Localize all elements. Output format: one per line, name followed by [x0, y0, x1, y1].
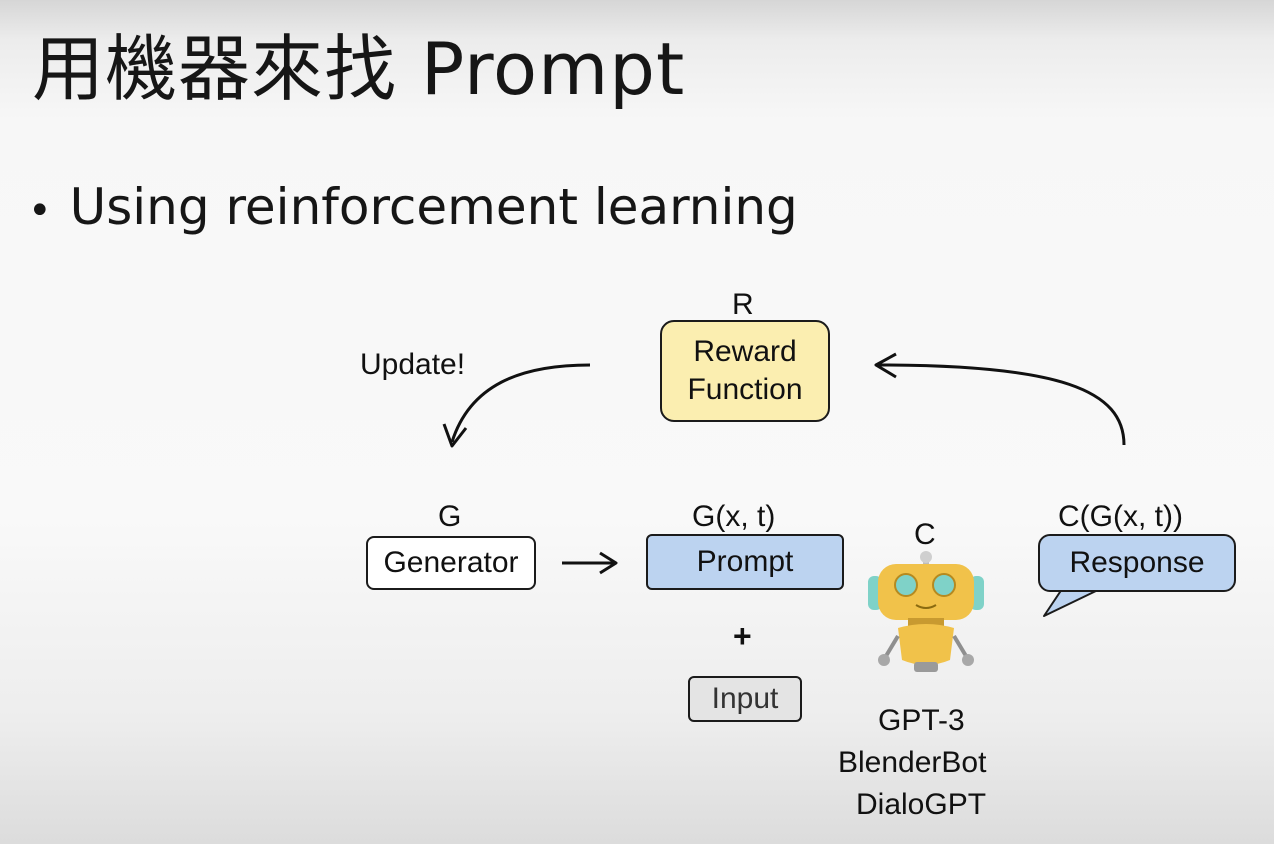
- response-tag: C(G(x, t)): [1058, 500, 1183, 533]
- response-label: Response: [1069, 546, 1205, 579]
- model-dialogpt: DialoGPT: [856, 788, 987, 821]
- robot-icon: [868, 551, 984, 672]
- response-bubble: Response: [1038, 534, 1236, 592]
- model-blenderbot: BlenderBot: [838, 746, 987, 779]
- model-gpt3: GPT-3: [878, 704, 965, 737]
